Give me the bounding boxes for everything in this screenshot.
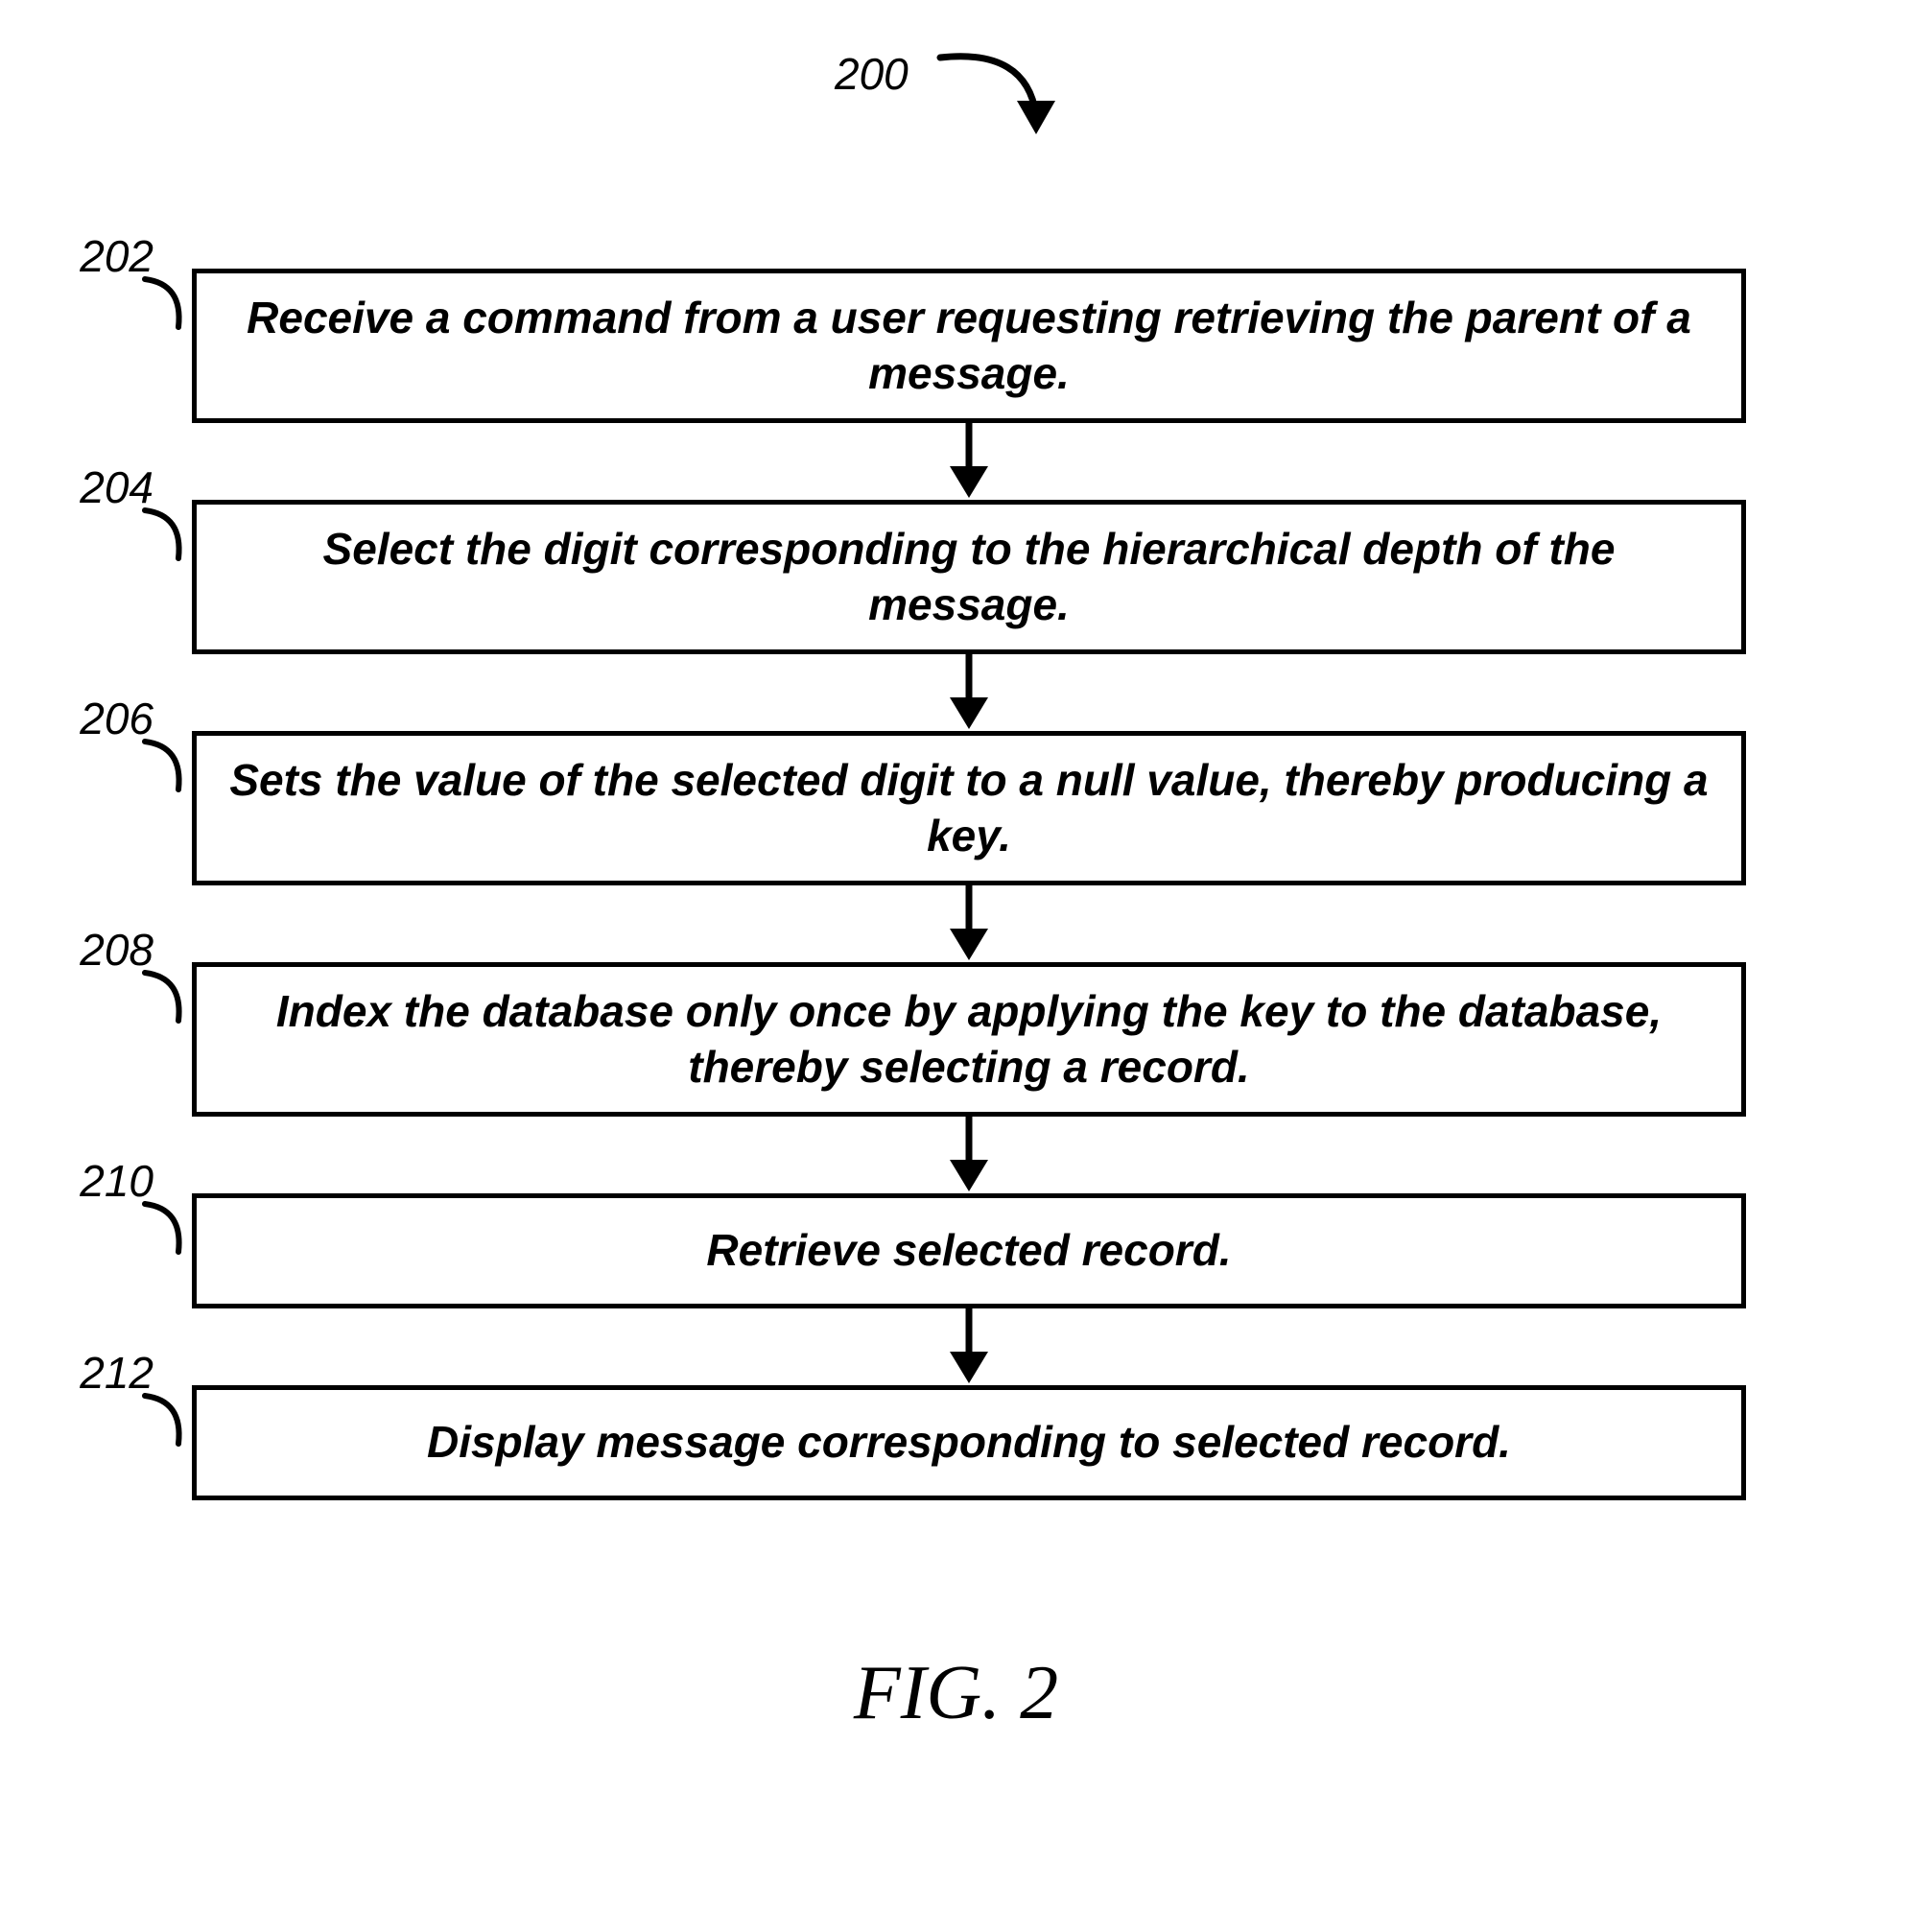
step-row: 212 Display message corresponding to sel… [192,1385,1842,1500]
flow-column: 202 Receive a command from a user reques… [192,269,1842,1500]
step-box: Retrieve selected record. [192,1193,1746,1308]
step-row: 204 Select the digit corresponding to th… [192,500,1842,654]
step-box: Select the digit corresponding to the hi… [192,500,1746,654]
step-row: 202 Receive a command from a user reques… [192,269,1842,423]
arrow-down [192,885,1746,962]
arrow-down [192,654,1746,731]
step-box: Sets the value of the selected digit to … [192,731,1746,885]
step-box: Index the database only once by applying… [192,962,1746,1117]
arrow-down [192,1117,1746,1193]
diagram-ref-number: 200 [835,48,909,100]
figure-label: FIG. 2 [0,1650,1912,1737]
step-row: 208 Index the database only once by appl… [192,962,1842,1117]
flowchart-canvas: 200 202 Receive a command from a user re… [0,0,1912,1932]
step-box: Receive a command from a user requesting… [192,269,1746,423]
arrow-down [192,423,1746,500]
diagram-ref-arrow [921,38,1074,177]
step-box: Display message corresponding to selecte… [192,1385,1746,1500]
arrow-down [192,1308,1746,1385]
step-row: 210 Retrieve selected record. [192,1193,1842,1308]
step-row: 206 Sets the value of the selected digit… [192,731,1842,885]
